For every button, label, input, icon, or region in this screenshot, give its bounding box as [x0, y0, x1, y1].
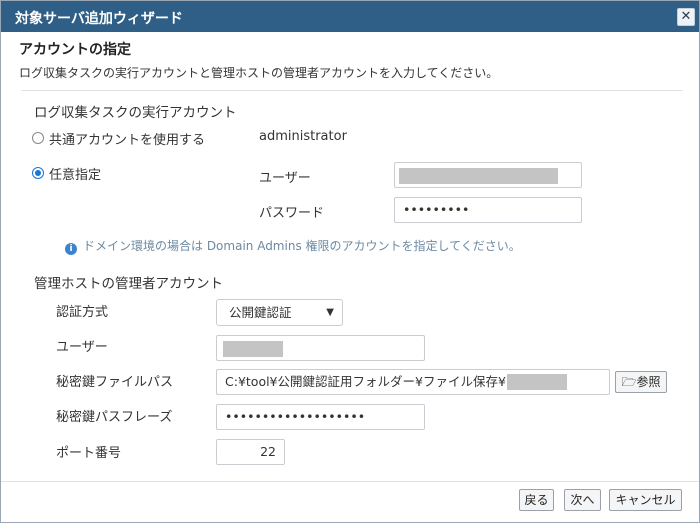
key-path-label: 秘密鍵ファイルパス [56, 375, 174, 390]
footer-divider [1, 481, 699, 482]
task-user-label: ユーザー [259, 171, 311, 186]
shared-account-value: administrator [259, 129, 347, 144]
info-icon: i [65, 243, 77, 255]
next-button[interactable]: 次へ [564, 489, 601, 511]
step-header: アカウントの指定 ログ収集タスクの実行アカウントと管理ホストの管理者アカウントを… [1, 33, 699, 91]
passphrase-label: 秘密鍵パスフレーズ [56, 410, 173, 425]
task-account-section-label: ログ収集タスクの実行アカウント [34, 105, 237, 121]
task-password-label: パスワード [259, 206, 325, 221]
window-title: 対象サーバ追加ウィザード [15, 11, 183, 27]
redacted-user-mask [399, 168, 558, 184]
port-label: ポート番号 [56, 446, 122, 461]
shared-account-radio[interactable] [32, 132, 44, 144]
step-title: アカウントの指定 [19, 42, 131, 58]
chevron-down-icon: ▼ [326, 307, 334, 318]
close-icon[interactable]: ✕ [677, 8, 695, 26]
task-password-input[interactable]: ••••••••• [394, 197, 582, 223]
wizard-dialog: 対象サーバ追加ウィザード ✕ アカウントの指定 ログ収集タスクの実行アカウントと… [0, 0, 700, 523]
shared-account-option-label[interactable]: 共通アカウントを使用する [49, 129, 205, 148]
custom-account-option-label[interactable]: 任意指定 [49, 164, 101, 183]
passphrase-value: ••••••••••••••••••• [225, 409, 366, 424]
task-password-value: ••••••••• [403, 202, 470, 217]
folder-icon: 🗁 [621, 375, 637, 389]
cancel-button[interactable]: キャンセル [609, 489, 682, 511]
header-divider [21, 90, 683, 91]
auth-method-select[interactable]: 公開鍵認証 ▼ [216, 299, 343, 326]
auth-method-label: 認証方式 [56, 305, 109, 320]
admin-account-section-label: 管理ホストの管理者アカウント [34, 276, 223, 292]
passphrase-input[interactable]: ••••••••••••••••••• [216, 404, 425, 430]
port-input[interactable]: 22 [216, 439, 285, 465]
back-button[interactable]: 戻る [519, 489, 554, 511]
step-description: ログ収集タスクの実行アカウントと管理ホストの管理者アカウントを入力してください。 [19, 66, 499, 80]
port-value: 22 [260, 444, 276, 459]
redacted-key-path-mask [507, 374, 567, 390]
browse-button-label: 参照 [636, 375, 661, 389]
custom-account-radio[interactable] [32, 167, 44, 179]
auth-method-value: 公開鍵認証 [229, 305, 292, 320]
redacted-admin-user-mask [223, 341, 283, 357]
browse-button[interactable]: 🗁参照 [615, 371, 667, 393]
domain-info-text: ドメイン環境の場合は Domain Admins 権限のアカウントを指定してくだ… [83, 239, 521, 253]
domain-info-note: i ドメイン環境の場合は Domain Admins 権限のアカウントを指定してく… [65, 237, 521, 255]
admin-user-label: ユーザー [56, 340, 108, 355]
title-bar: 対象サーバ追加ウィザード ✕ [1, 1, 699, 32]
key-path-value: C:¥tool¥公開鍵認証用フォルダー¥ファイル保存¥ [225, 374, 506, 389]
